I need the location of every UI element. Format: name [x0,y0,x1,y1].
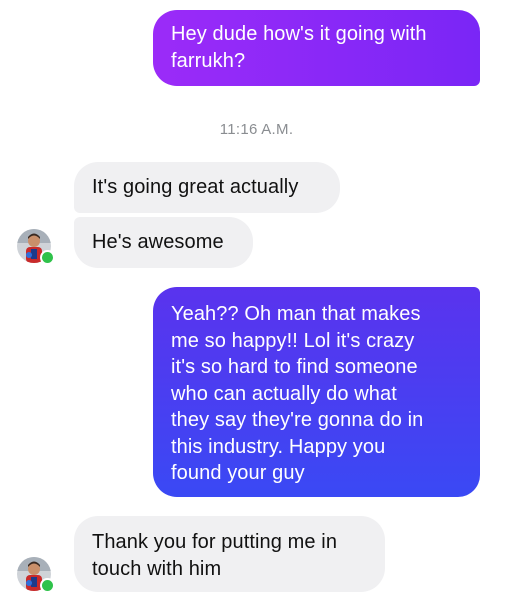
received-message-bubble[interactable]: It's going great actually [74,162,340,213]
online-status-indicator [40,578,55,593]
sent-message-bubble[interactable]: Hey dude how's it going with farrukh? [153,10,480,86]
sent-message-bubble[interactable]: Yeah?? Oh man that makes me so happy!! L… [153,287,480,497]
contact-avatar[interactable] [17,557,55,593]
contact-avatar[interactable] [17,229,55,265]
message-timestamp: 11:16 A.M. [219,121,294,138]
received-message-bubble[interactable]: Thank you for putting me in touch with h… [74,516,385,592]
received-message-bubble[interactable]: He's awesome [74,217,253,268]
online-status-indicator [40,250,55,265]
